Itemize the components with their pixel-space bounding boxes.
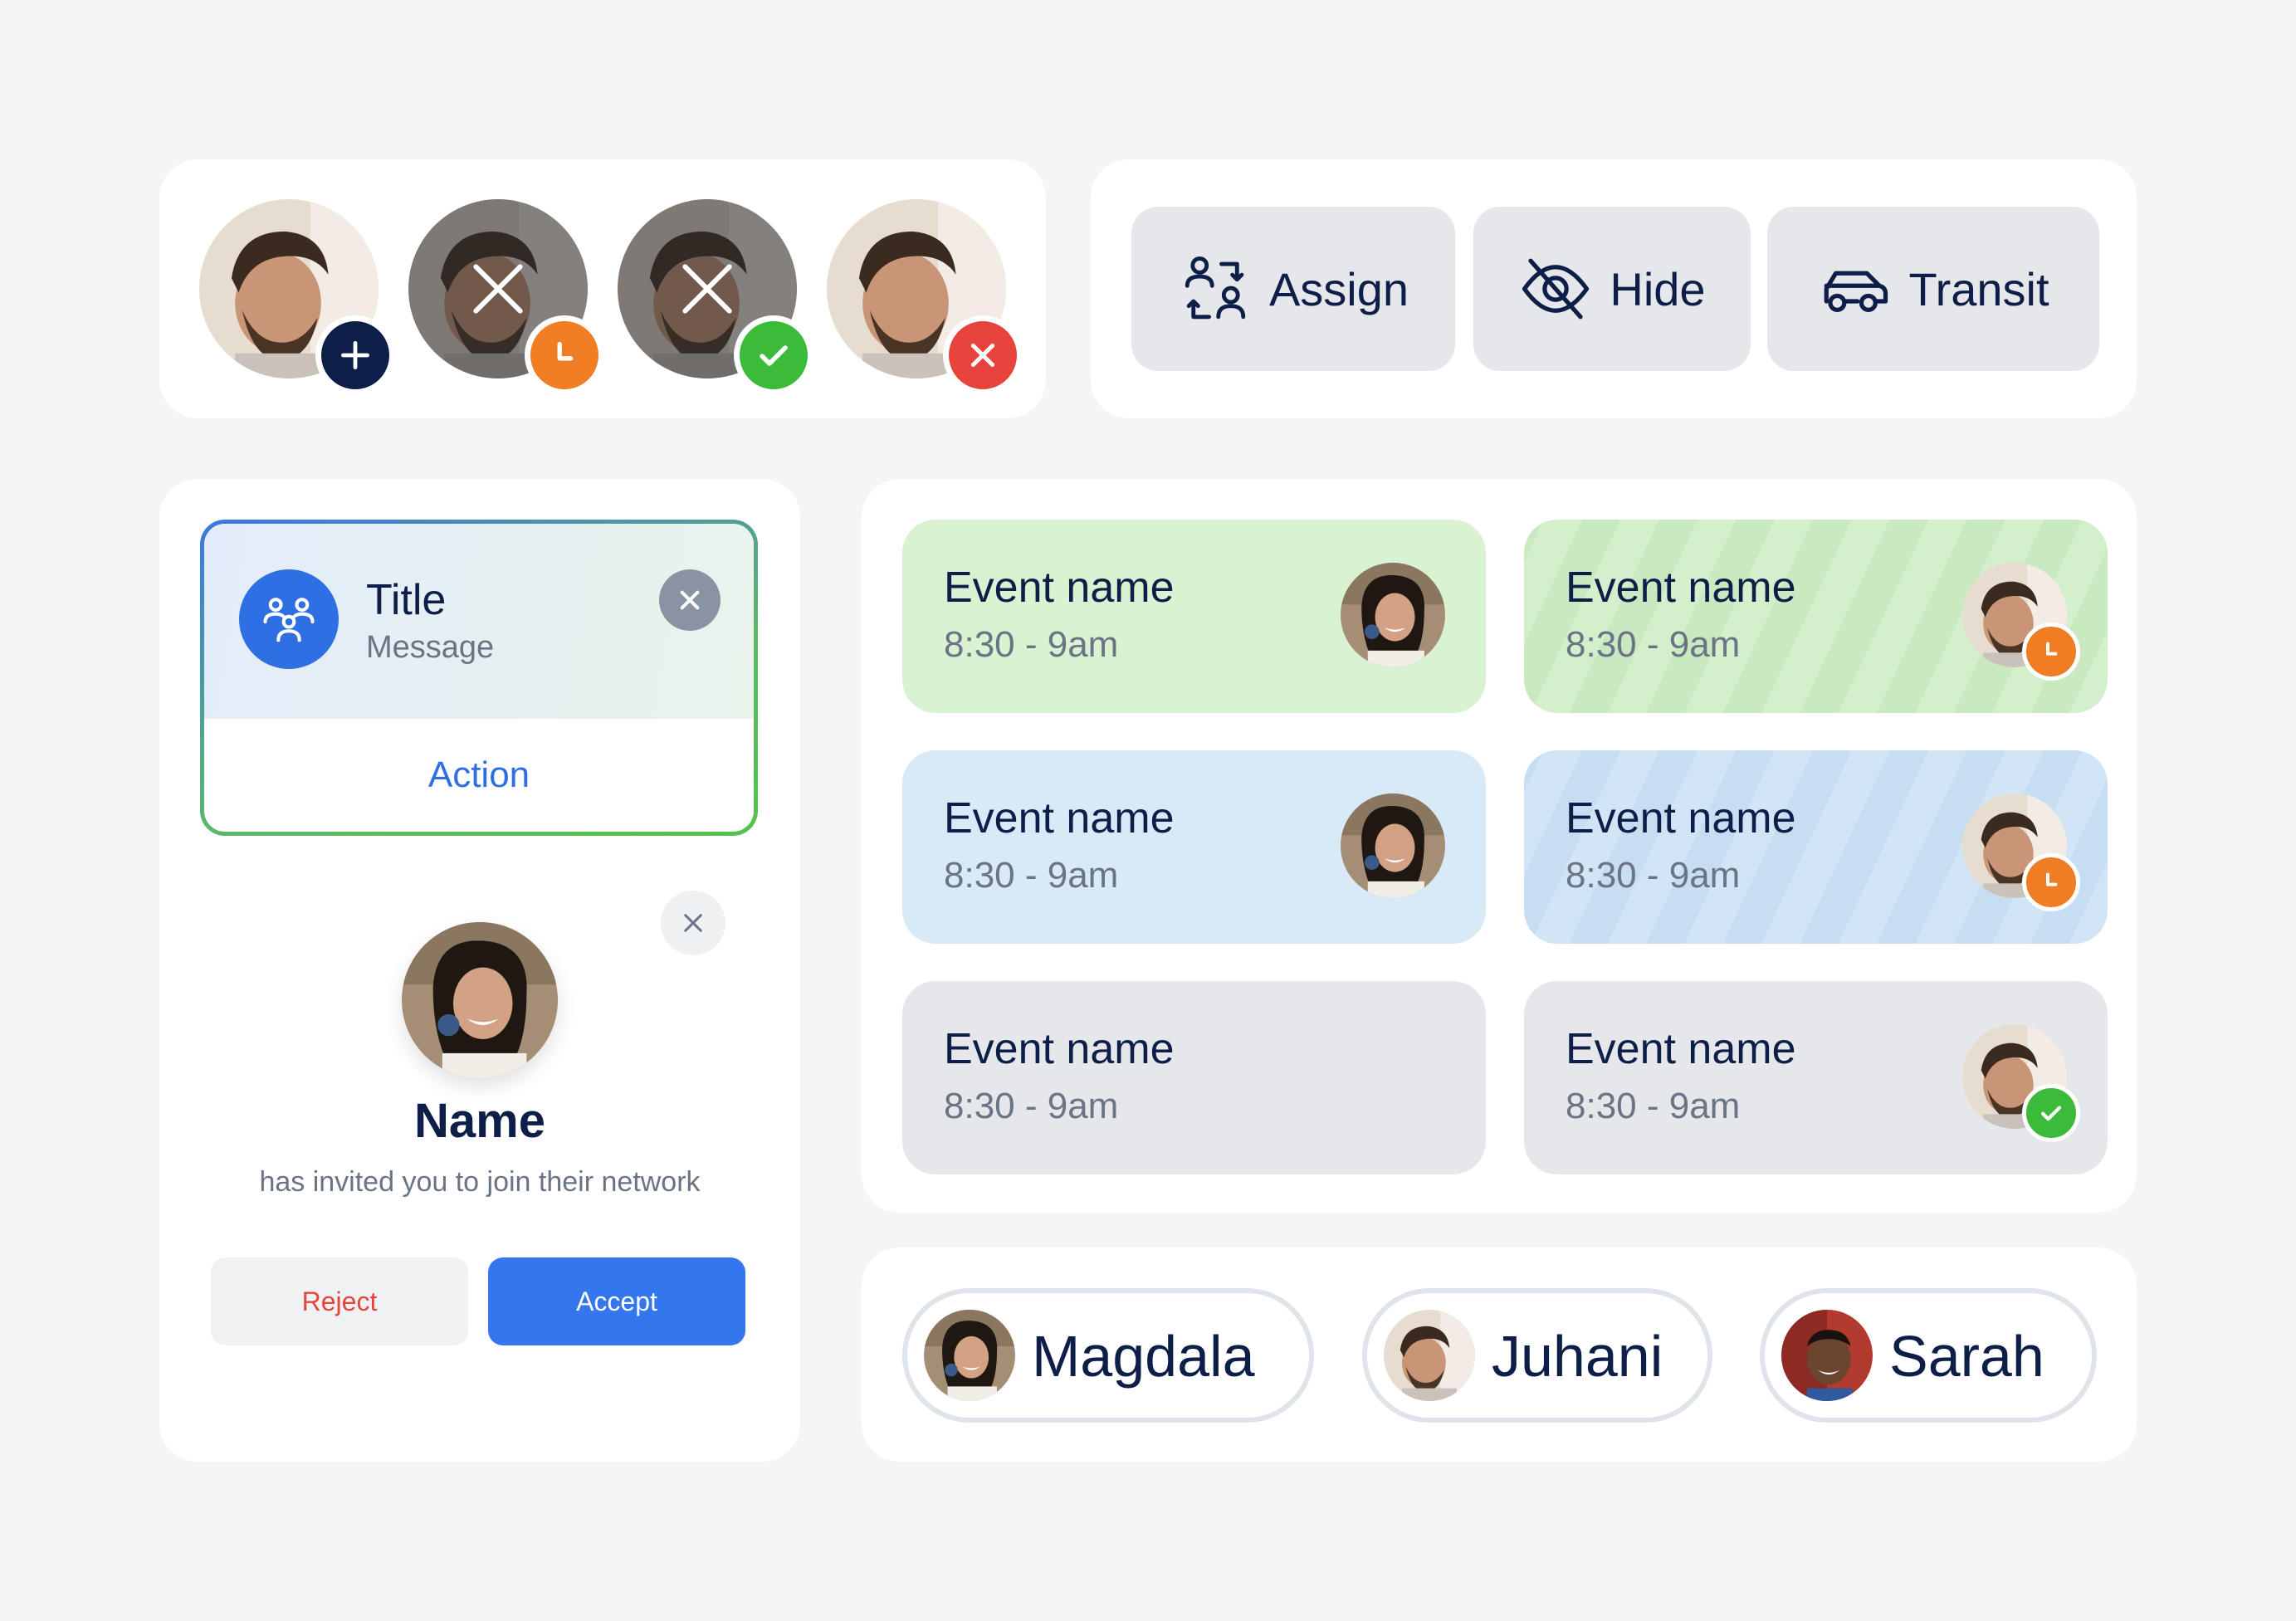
group-icon bbox=[239, 569, 339, 669]
accept-button[interactable]: Accept bbox=[488, 1257, 745, 1345]
avatars-card bbox=[159, 159, 1046, 418]
avatar bbox=[1384, 1310, 1475, 1401]
event-card[interactable]: Event name 8:30 - 9am bbox=[1524, 750, 2108, 944]
close-icon[interactable] bbox=[661, 891, 725, 955]
clock-icon bbox=[525, 315, 604, 395]
avatar-photo bbox=[1341, 793, 1445, 898]
event-name: Event name bbox=[1566, 564, 1796, 612]
avatar bbox=[1962, 1024, 2080, 1142]
close-icon bbox=[682, 264, 732, 314]
avatar bbox=[1341, 793, 1445, 898]
event-card[interactable]: Event name 8:30 - 9am bbox=[902, 981, 1486, 1174]
avatar-photo bbox=[402, 922, 558, 1078]
close-icon bbox=[473, 264, 523, 314]
avatar bbox=[1962, 563, 2080, 681]
avatar-photo bbox=[1384, 1310, 1475, 1401]
plus-icon[interactable] bbox=[315, 315, 395, 395]
avatar-pending[interactable] bbox=[408, 199, 604, 395]
avatar-photo bbox=[1341, 563, 1445, 667]
avatar-photo bbox=[1781, 1310, 1873, 1401]
check-icon bbox=[2022, 1084, 2080, 1142]
notification-message: Message bbox=[366, 630, 495, 665]
close-icon[interactable] bbox=[659, 569, 721, 631]
clock-icon bbox=[2022, 623, 2080, 681]
hide-button[interactable]: Hide bbox=[1473, 207, 1751, 371]
person-chip[interactable]: Sarah bbox=[1760, 1288, 2097, 1423]
clock-icon bbox=[2022, 853, 2080, 911]
event-card[interactable]: Event name 8:30 - 9am bbox=[902, 520, 1486, 713]
avatar-accepted[interactable] bbox=[618, 199, 813, 395]
person-name: Magdala bbox=[1032, 1324, 1255, 1389]
transit-label: Transit bbox=[1908, 262, 2049, 315]
person-name: Sarah bbox=[1889, 1324, 2044, 1389]
avatar-photo bbox=[924, 1310, 1015, 1401]
events-card: Event name 8:30 - 9am Event name 8:30 - … bbox=[862, 479, 2137, 1213]
event-card[interactable]: Event name 8:30 - 9am bbox=[1524, 981, 2108, 1174]
people-card: Magdala Juhani Sarah bbox=[862, 1247, 2137, 1462]
event-time: 8:30 - 9am bbox=[1566, 1086, 1741, 1126]
notification-title: Title bbox=[366, 576, 447, 624]
event-time: 8:30 - 9am bbox=[944, 1086, 1119, 1126]
event-name: Event name bbox=[944, 794, 1175, 842]
event-name: Event name bbox=[1566, 1025, 1796, 1073]
close-icon[interactable] bbox=[943, 315, 1023, 395]
event-card[interactable]: Event name 8:30 - 9am bbox=[902, 750, 1486, 944]
invite-name: Name bbox=[414, 1094, 545, 1148]
car-icon bbox=[1825, 271, 1888, 312]
notification-action-button[interactable]: Action bbox=[204, 719, 754, 832]
hide-label: Hide bbox=[1610, 262, 1706, 315]
event-name: Event name bbox=[944, 1025, 1175, 1073]
avatar bbox=[1341, 563, 1445, 667]
event-name: Event name bbox=[944, 564, 1175, 612]
assign-button[interactable]: Assign bbox=[1131, 207, 1455, 371]
event-name: Event name bbox=[1566, 794, 1796, 842]
transit-button[interactable]: Transit bbox=[1767, 207, 2099, 371]
event-time: 8:30 - 9am bbox=[944, 624, 1119, 665]
check-icon bbox=[734, 315, 813, 395]
avatar bbox=[924, 1310, 1015, 1401]
event-time: 8:30 - 9am bbox=[1566, 855, 1741, 896]
event-time: 8:30 - 9am bbox=[1566, 624, 1741, 665]
person-chip[interactable]: Juhani bbox=[1362, 1288, 1712, 1423]
person-chip[interactable]: Magdala bbox=[902, 1288, 1314, 1423]
notification-invite-card: Title Message Action Name has invited yo… bbox=[159, 479, 800, 1462]
avatar bbox=[1781, 1310, 1873, 1401]
eye-off-icon bbox=[1522, 258, 1590, 320]
event-card[interactable]: Event name 8:30 - 9am bbox=[1524, 520, 2108, 713]
notification: Title Message Action bbox=[200, 520, 758, 836]
avatar bbox=[1962, 793, 2080, 911]
invite-subtitle: has invited you to join their network bbox=[259, 1166, 701, 1198]
avatar bbox=[402, 922, 558, 1078]
assign-icon bbox=[1185, 256, 1246, 320]
avatar-declined[interactable] bbox=[827, 199, 1023, 395]
reject-button[interactable]: Reject bbox=[211, 1257, 468, 1345]
assign-label: Assign bbox=[1268, 262, 1409, 315]
person-name: Juhani bbox=[1492, 1324, 1663, 1389]
avatar-add[interactable] bbox=[199, 199, 395, 395]
event-time: 8:30 - 9am bbox=[944, 855, 1119, 896]
actions-card: Assign Hide Transit bbox=[1091, 159, 2137, 418]
